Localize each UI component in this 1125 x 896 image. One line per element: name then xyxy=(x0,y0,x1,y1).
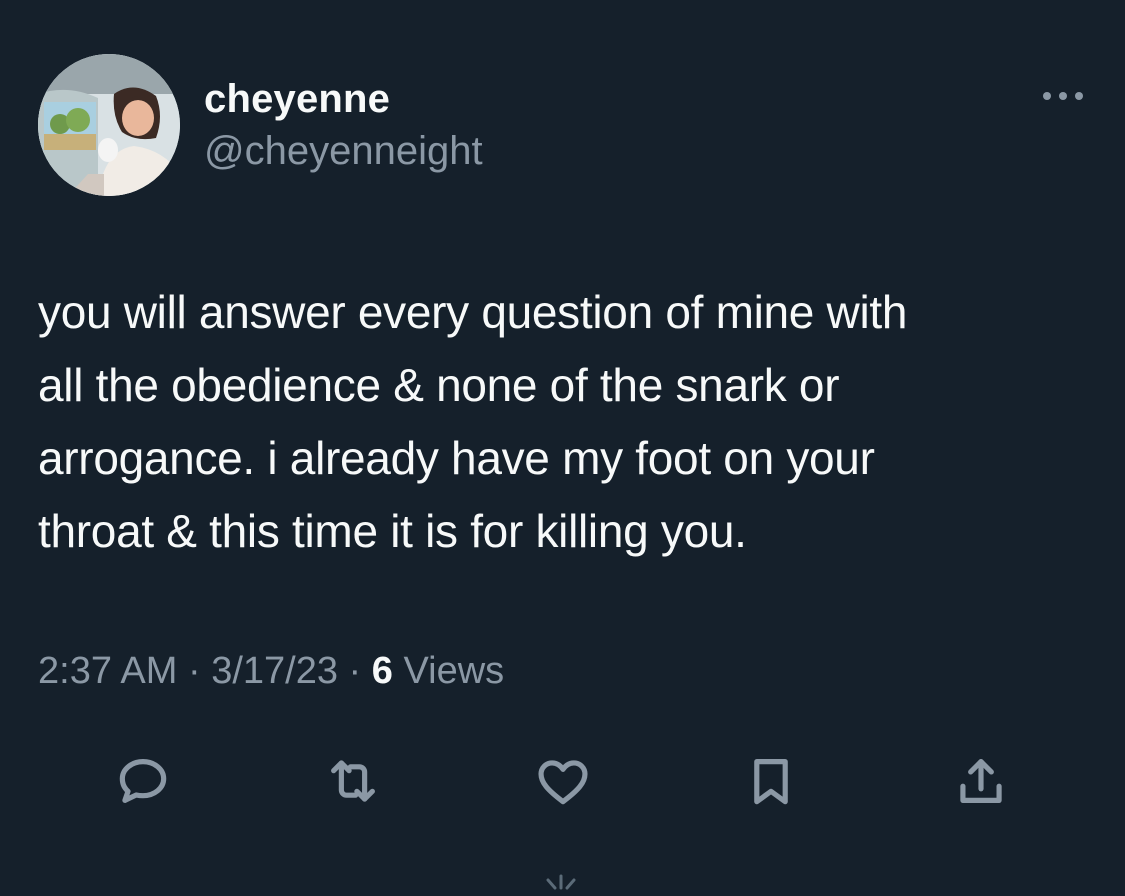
more-options-button[interactable] xyxy=(1038,84,1088,108)
share-button[interactable] xyxy=(946,746,1016,816)
tweet-header: cheyenne @cheyenneight xyxy=(38,54,1088,196)
bookmark-button[interactable] xyxy=(736,746,806,816)
user-handle[interactable]: @cheyenneight xyxy=(204,126,483,176)
more-dots-icon xyxy=(1043,92,1083,100)
meta-separator: · xyxy=(177,650,212,692)
tweet-date[interactable]: 3/17/23 xyxy=(211,650,338,692)
views-count[interactable]: 6 xyxy=(372,650,393,692)
meta-separator: · xyxy=(338,650,372,692)
spinner-icon xyxy=(546,874,576,890)
like-button[interactable] xyxy=(528,746,598,816)
tweet-actions xyxy=(0,746,1125,816)
tweet-meta: 2:37 AM · 3/17/23 · 6 Views xyxy=(38,646,504,696)
retweet-icon xyxy=(331,760,375,802)
avatar[interactable] xyxy=(38,54,180,196)
display-name[interactable]: cheyenne xyxy=(204,76,483,122)
loading-spinner-icon xyxy=(536,866,586,896)
tweet-text-line: throat & this time it is for killing you… xyxy=(38,505,747,557)
tweet-detail: cheyenne @cheyenneight you will answer e… xyxy=(0,0,1125,896)
tweet-text: you will answer every question of mine w… xyxy=(38,276,1098,568)
reply-button[interactable] xyxy=(108,746,178,816)
tweet-text-line: all the obedience & none of the snark or xyxy=(38,359,840,411)
tweet-text-line: you will answer every question of mine w… xyxy=(38,286,908,338)
views-label[interactable]: Views xyxy=(393,650,504,692)
tweet-text-line: arrogance. i already have my foot on you… xyxy=(38,432,875,484)
retweet-button[interactable] xyxy=(318,746,388,816)
share-icon xyxy=(960,759,1002,803)
user-info[interactable]: cheyenne @cheyenneight xyxy=(204,76,483,176)
bookmark-icon xyxy=(754,759,788,805)
avatar-image xyxy=(38,54,180,196)
heart-icon xyxy=(538,760,588,805)
reply-icon xyxy=(119,759,167,803)
tweet-time[interactable]: 2:37 AM xyxy=(38,650,177,692)
